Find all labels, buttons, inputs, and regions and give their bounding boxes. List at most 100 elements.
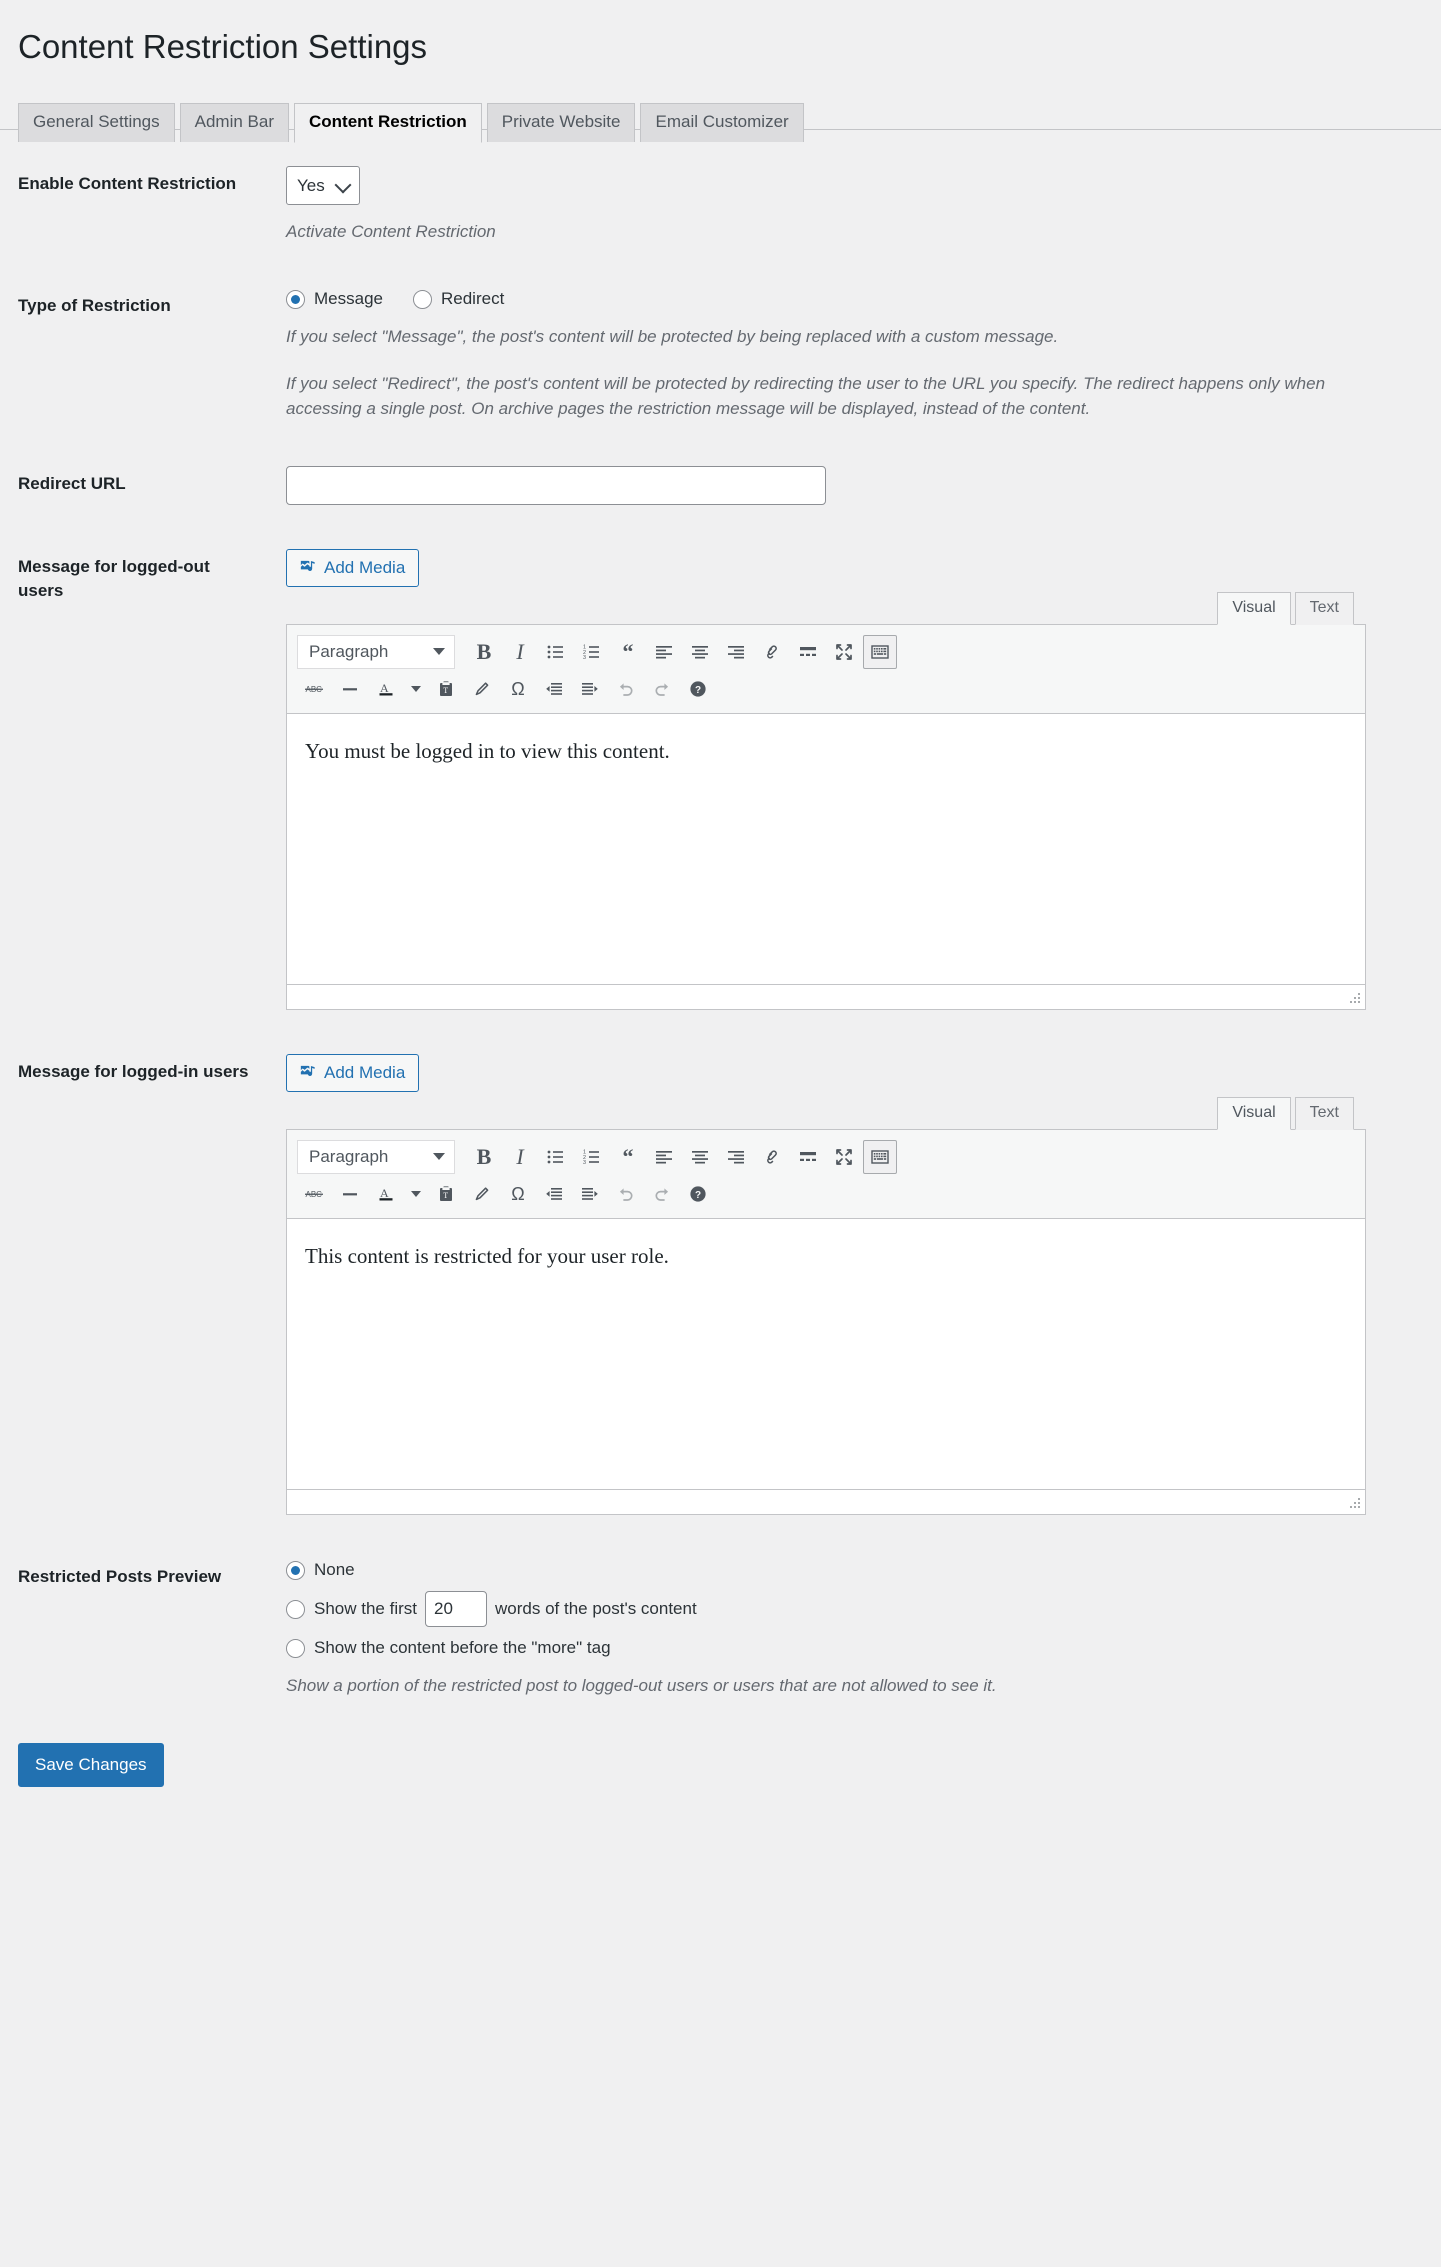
resize-handle-icon[interactable] bbox=[1346, 990, 1362, 1006]
special-character-icon[interactable]: Ω bbox=[501, 672, 535, 706]
indent-icon[interactable] bbox=[573, 1177, 607, 1211]
save-changes-button[interactable]: Save Changes bbox=[18, 1742, 164, 1787]
align-right-icon[interactable] bbox=[719, 635, 753, 669]
read-more-icon[interactable] bbox=[791, 635, 825, 669]
horizontal-line-icon[interactable] bbox=[333, 1177, 367, 1211]
label-restricted-posts-preview: Restricted Posts Preview bbox=[18, 1566, 222, 1586]
radio-none-label[interactable]: None bbox=[314, 1559, 355, 1581]
indent-icon[interactable] bbox=[573, 672, 607, 706]
horizontal-line-icon[interactable] bbox=[333, 672, 367, 706]
keyboard-shortcuts-icon[interactable]: ? bbox=[681, 1177, 715, 1211]
paste-as-text-icon[interactable]: T bbox=[429, 1177, 463, 1211]
add-media-button-logged-in[interactable]: Add Media bbox=[286, 1053, 420, 1092]
editor-content-logged-in[interactable]: This content is restricted for your user… bbox=[287, 1218, 1365, 1489]
align-right-icon[interactable] bbox=[719, 1140, 753, 1174]
editor-tab-text-logged-out[interactable]: Text bbox=[1294, 591, 1354, 625]
restricted-posts-preview-description: Show a portion of the restricted post to… bbox=[286, 1676, 997, 1696]
tab-general-settings[interactable]: General Settings bbox=[18, 102, 175, 142]
type-of-restriction-description-message: If you select "Message", the post's cont… bbox=[286, 327, 1059, 347]
radio-option-redirect[interactable]: Redirect bbox=[412, 288, 504, 310]
resize-handle-icon[interactable] bbox=[1346, 1495, 1362, 1511]
editor-content-logged-out[interactable]: You must be logged in to view this conte… bbox=[287, 713, 1365, 984]
radio-more-tag-input[interactable] bbox=[286, 1638, 305, 1658]
outdent-icon[interactable] bbox=[537, 672, 571, 706]
add-media-button-label: Add Media bbox=[324, 558, 406, 578]
fullscreen-icon[interactable] bbox=[827, 635, 861, 669]
toolbar-toggle-icon[interactable] bbox=[863, 634, 897, 669]
align-left-icon[interactable] bbox=[647, 635, 681, 669]
format-select-logged-out[interactable]: Paragraph bbox=[297, 634, 455, 669]
radio-more-tag-label[interactable]: Show the content before the "more" tag bbox=[314, 1637, 611, 1659]
settings-page: Content Restriction Settings General Set… bbox=[0, 0, 1441, 1807]
bulleted-list-icon[interactable] bbox=[539, 1140, 573, 1174]
label-enable-content-restriction: Enable Content Restriction bbox=[18, 173, 237, 193]
blockquote-icon[interactable]: “ bbox=[611, 635, 645, 669]
radio-message-input[interactable] bbox=[286, 289, 305, 309]
italic-icon[interactable]: I bbox=[503, 1140, 537, 1174]
tab-content-restriction[interactable]: Content Restriction bbox=[294, 102, 482, 143]
enable-restriction-select[interactable]: Yes No bbox=[286, 165, 360, 205]
paste-as-text-icon[interactable]: T bbox=[429, 672, 463, 706]
text-color-icon[interactable]: A bbox=[369, 672, 403, 706]
toolbar-toggle-icon[interactable] bbox=[863, 1139, 897, 1174]
outdent-icon[interactable] bbox=[537, 1177, 571, 1211]
align-center-icon[interactable] bbox=[683, 1140, 717, 1174]
bold-icon[interactable]: B bbox=[467, 1140, 501, 1174]
numbered-list-icon[interactable]: 123 bbox=[575, 1140, 609, 1174]
clear-formatting-icon[interactable] bbox=[465, 672, 499, 706]
preview-option-first-words[interactable]: Show the first words of the post's conte… bbox=[286, 1591, 1374, 1628]
editor-tab-text-logged-in[interactable]: Text bbox=[1294, 1096, 1354, 1130]
editor-tab-visual-logged-in[interactable]: Visual bbox=[1217, 1096, 1291, 1130]
svg-text:A: A bbox=[380, 1186, 389, 1200]
submit-area: Save Changes bbox=[0, 1721, 1441, 1807]
numbered-list-icon[interactable]: 123 bbox=[575, 635, 609, 669]
read-more-icon[interactable] bbox=[791, 1140, 825, 1174]
preview-option-more-tag[interactable]: Show the content before the "more" tag bbox=[286, 1637, 1374, 1659]
radio-first-words-label-suffix: words of the post's content bbox=[495, 1599, 697, 1619]
bold-icon[interactable]: B bbox=[467, 635, 501, 669]
label-type-of-restriction: Type of Restriction bbox=[18, 296, 171, 316]
tab-email-customizer[interactable]: Email Customizer bbox=[640, 102, 804, 142]
align-left-icon[interactable] bbox=[647, 1140, 681, 1174]
preview-option-none[interactable]: None bbox=[286, 1559, 1374, 1581]
italic-icon[interactable]: I bbox=[503, 635, 537, 669]
undo-icon[interactable] bbox=[609, 1177, 643, 1211]
text-color-caret-icon[interactable] bbox=[405, 672, 427, 706]
radio-none-input[interactable] bbox=[286, 1560, 305, 1580]
editor-tab-visual-logged-out[interactable]: Visual bbox=[1217, 591, 1291, 625]
keyboard-shortcuts-icon[interactable]: ? bbox=[681, 672, 715, 706]
redirect-url-input[interactable] bbox=[286, 465, 826, 505]
special-character-icon[interactable]: Ω bbox=[501, 1177, 535, 1211]
text-color-icon[interactable]: A bbox=[369, 1177, 403, 1211]
add-media-button-logged-out[interactable]: Add Media bbox=[286, 548, 420, 587]
editor-toolbar-row1-logged-out: Paragraph B I 123 “ bbox=[297, 633, 1365, 671]
tab-admin-bar[interactable]: Admin Bar bbox=[179, 102, 290, 142]
editor-logged-out: Add Media Visual Text Paragraph B I 1 2 … bbox=[286, 548, 1366, 1010]
radio-redirect-input[interactable] bbox=[412, 289, 432, 309]
radio-option-message[interactable]: Message bbox=[286, 288, 383, 310]
bulleted-list-icon[interactable] bbox=[539, 635, 573, 669]
insert-link-icon[interactable] bbox=[755, 635, 789, 669]
text-color-caret-icon[interactable] bbox=[405, 1177, 427, 1211]
enable-restriction-description: Activate Content Restriction bbox=[286, 221, 496, 241]
radio-redirect-label[interactable]: Redirect bbox=[441, 288, 504, 310]
blockquote-icon[interactable]: “ bbox=[611, 1140, 645, 1174]
clear-formatting-icon[interactable] bbox=[465, 1177, 499, 1211]
radio-first-words-label-prefix[interactable]: Show the first bbox=[314, 1598, 417, 1620]
strikethrough-icon[interactable]: ABC bbox=[297, 1177, 331, 1211]
redo-icon[interactable] bbox=[645, 672, 679, 706]
format-select-value: Paragraph bbox=[309, 641, 389, 661]
enable-restriction-select-wrap: Yes No bbox=[286, 165, 360, 205]
fullscreen-icon[interactable] bbox=[827, 1140, 861, 1174]
insert-link-icon[interactable] bbox=[755, 1140, 789, 1174]
tab-private-website[interactable]: Private Website bbox=[486, 102, 636, 142]
radio-first-words-input[interactable] bbox=[286, 1599, 305, 1619]
label-redirect-url: Redirect URL bbox=[18, 473, 126, 493]
redo-icon[interactable] bbox=[645, 1177, 679, 1211]
format-select-logged-in[interactable]: Paragraph bbox=[297, 1139, 455, 1174]
undo-icon[interactable] bbox=[609, 672, 643, 706]
radio-message-label[interactable]: Message bbox=[314, 288, 383, 310]
words-count-input[interactable] bbox=[425, 1591, 487, 1628]
strikethrough-icon[interactable]: ABC bbox=[297, 672, 331, 706]
align-center-icon[interactable] bbox=[683, 635, 717, 669]
